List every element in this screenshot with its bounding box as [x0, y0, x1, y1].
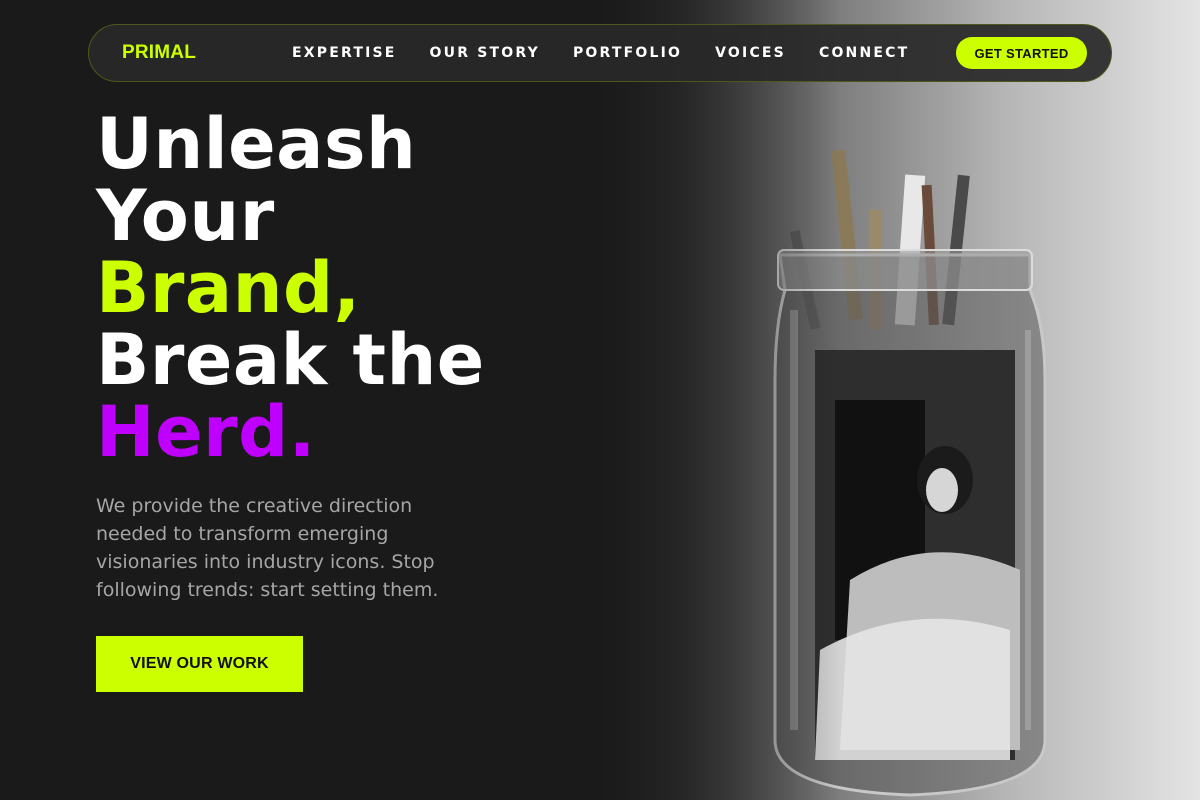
- headline-line-5: Herd.: [96, 391, 316, 473]
- brand-logo[interactable]: PRIMAL: [122, 42, 196, 64]
- nav-link-portfolio[interactable]: PORTFOLIO: [573, 45, 682, 61]
- headline-line-1: Unleash: [96, 103, 417, 185]
- top-navbar: PRIMAL EXPERTISE OUR STORY PORTFOLIO VOI…: [88, 24, 1112, 82]
- view-our-work-button[interactable]: VIEW OUR WORK: [96, 636, 303, 692]
- get-started-button[interactable]: GET STARTED: [956, 37, 1087, 69]
- nav-link-connect[interactable]: CONNECT: [819, 45, 909, 61]
- nav-link-voices[interactable]: VOICES: [715, 45, 786, 61]
- image-fade-overlay: [580, 0, 840, 800]
- hero-headline: Unleash Your Brand, Break the Herd.: [96, 108, 485, 468]
- hero-description: We provide the creative direction needed…: [96, 495, 439, 601]
- nav-link-our-story[interactable]: OUR STORY: [430, 45, 540, 61]
- nav-link-expertise[interactable]: EXPERTISE: [292, 45, 397, 61]
- nav-links: EXPERTISE OUR STORY PORTFOLIO VOICES CON…: [292, 45, 909, 61]
- headline-line-2: Your: [96, 175, 275, 257]
- headline-line-3: Brand,: [96, 247, 361, 329]
- headline-line-4: Break the: [96, 319, 485, 401]
